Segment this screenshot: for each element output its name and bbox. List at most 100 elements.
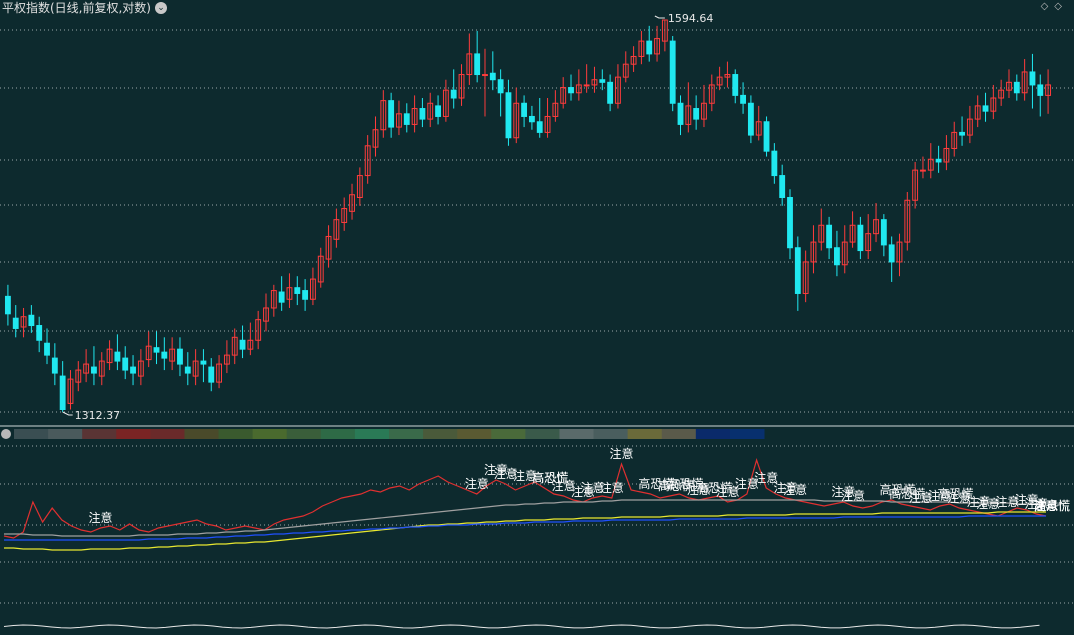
chart-canvas: 1594.641312.37 注意注意注意注意注意高恐慌高恐慌注意注意注意注意注… xyxy=(0,12,1074,629)
candle-body xyxy=(59,375,66,411)
volume-line xyxy=(3,624,1040,629)
candle-body xyxy=(599,79,606,83)
candle-body xyxy=(568,87,574,94)
heat-strip xyxy=(14,429,765,439)
candle-body xyxy=(794,247,801,294)
candle-body xyxy=(763,121,770,152)
annotation-label: 注意 xyxy=(783,482,807,497)
heat-cell xyxy=(14,429,49,439)
heat-cell xyxy=(389,429,424,439)
candle-body xyxy=(693,108,700,120)
max-price-label: 1594.64 xyxy=(668,12,714,25)
candle-body xyxy=(740,94,746,104)
candle-body xyxy=(857,224,864,252)
candle-body xyxy=(677,102,684,125)
candle-body xyxy=(419,108,426,120)
heat-cell xyxy=(320,429,356,439)
candle-body xyxy=(826,224,833,249)
candle-body xyxy=(388,100,395,128)
candle-body xyxy=(1037,84,1044,96)
annotation-label: 注意 xyxy=(88,510,112,525)
candle-body xyxy=(920,169,926,172)
candle-body xyxy=(1013,81,1020,94)
candle-body xyxy=(607,81,614,104)
candle-body xyxy=(239,339,246,350)
indicator-line xyxy=(4,499,1046,537)
candle-body xyxy=(153,347,160,353)
candle-body xyxy=(521,102,528,117)
candle-body xyxy=(474,53,481,76)
candle-body xyxy=(403,113,410,125)
candle-body xyxy=(36,325,43,341)
heat-cell xyxy=(423,429,458,439)
candle-body xyxy=(834,247,840,266)
annotation-label: 注意 xyxy=(600,480,624,495)
candle-body xyxy=(732,74,739,96)
indicator-line xyxy=(4,511,1046,551)
candle-body xyxy=(1029,71,1036,86)
price-extreme-labels: 1594.64 1312.37 xyxy=(62,12,714,422)
candle-body xyxy=(482,74,488,77)
candle-body xyxy=(161,351,168,359)
heat-cell xyxy=(184,429,220,439)
heat-cell xyxy=(491,429,526,439)
annotation-label: 注意 xyxy=(465,476,489,491)
heat-cell xyxy=(627,429,663,439)
min-pointer xyxy=(62,411,73,416)
heat-cell xyxy=(48,429,83,439)
candle-body xyxy=(435,105,441,117)
candle-body xyxy=(184,366,191,374)
candle-body xyxy=(122,357,129,371)
candlestick-series xyxy=(4,19,1052,412)
candle-body xyxy=(200,360,207,365)
candle-body xyxy=(12,317,19,329)
heat-cell xyxy=(82,429,117,439)
candle-body xyxy=(880,219,887,246)
heat-cell xyxy=(252,429,288,439)
candle-body xyxy=(888,244,895,263)
heat-cell xyxy=(457,429,492,439)
heat-cell xyxy=(116,429,151,439)
collapse-icon[interactable] xyxy=(1,429,11,439)
candle-body xyxy=(982,105,989,112)
candle-body xyxy=(91,366,97,374)
candle-body xyxy=(208,366,215,383)
heat-cell xyxy=(354,429,390,439)
heat-cell xyxy=(559,429,595,439)
heat-cell xyxy=(286,429,322,439)
candle-body xyxy=(130,366,136,374)
annotation-label: 注意 xyxy=(609,446,633,461)
heat-cell xyxy=(150,429,185,439)
heat-cell xyxy=(729,429,765,439)
candle-body xyxy=(959,131,965,136)
heat-cell xyxy=(218,429,254,439)
max-pointer xyxy=(654,15,665,19)
candle-body xyxy=(450,89,457,99)
heat-cell xyxy=(661,429,697,439)
candle-body xyxy=(935,158,942,163)
heat-cell xyxy=(593,429,629,439)
candle-body xyxy=(497,79,504,94)
annotation-label: 注意 xyxy=(841,488,865,503)
heat-cell xyxy=(525,429,560,439)
candle-body xyxy=(528,115,535,123)
heat-cell xyxy=(695,429,731,439)
candle-body xyxy=(771,150,778,177)
candle-body xyxy=(583,84,590,87)
candle-body xyxy=(646,40,653,55)
candle-body xyxy=(278,291,285,303)
candle-body xyxy=(505,92,512,139)
candle-body xyxy=(51,357,58,374)
candle-body xyxy=(302,290,309,300)
candle-body xyxy=(177,348,183,365)
candle-body xyxy=(669,40,676,104)
candle-body xyxy=(114,351,121,362)
candle-body xyxy=(536,121,543,133)
candle-body xyxy=(294,287,301,294)
price-grid xyxy=(0,29,1074,413)
candle-body xyxy=(787,196,793,249)
candle-body xyxy=(28,314,35,327)
min-price-label: 1312.37 xyxy=(75,409,121,422)
candle-body xyxy=(489,72,496,81)
candle-body xyxy=(779,175,786,198)
